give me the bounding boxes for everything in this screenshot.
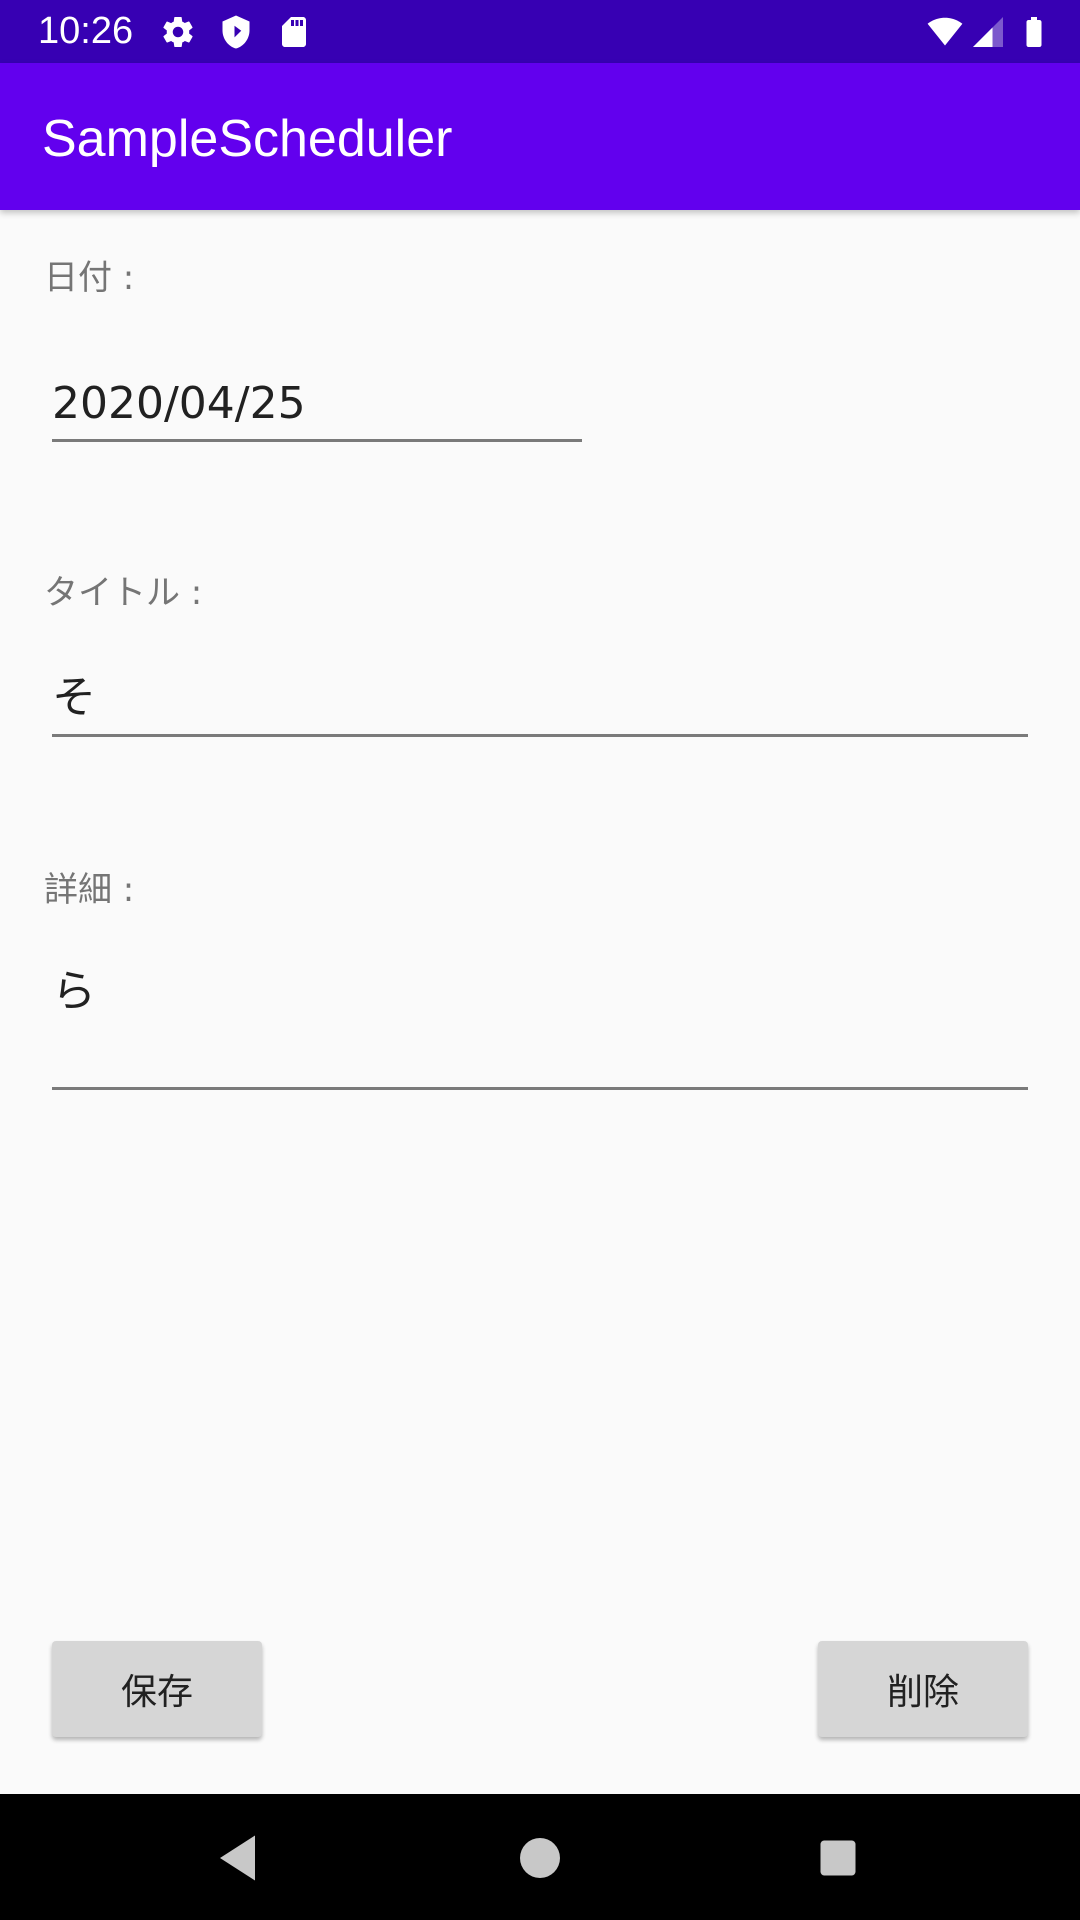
title-label: タイトル : <box>44 573 203 613</box>
screen: 10:26 SampleScheduler 日付 : 2020/04/25 タイ… <box>0 0 1080 1920</box>
settings-icon <box>163 17 193 48</box>
shield-icon <box>222 15 250 49</box>
cell-signal-icon <box>973 17 1003 47</box>
date-field-underline <box>52 439 582 442</box>
save-button[interactable]: 保存 <box>52 1641 262 1737</box>
navigation-bar <box>0 1794 1080 1920</box>
status-bar: 10:26 <box>0 0 1080 63</box>
app-bar: SampleScheduler <box>0 63 1080 210</box>
title-field-underline <box>52 734 1028 737</box>
detail-value: ら <box>52 966 96 1017</box>
app-title: SampleScheduler <box>42 110 453 168</box>
date-label: 日付 : <box>44 258 135 298</box>
detail-label: 詳細 : <box>44 870 135 910</box>
home-icon[interactable] <box>510 1828 570 1888</box>
wifi-icon <box>927 17 963 46</box>
sd-card-icon <box>282 17 306 47</box>
date-value: 2020/04/25 <box>52 378 306 429</box>
recents-icon[interactable] <box>808 1828 868 1888</box>
detail-field-underline <box>52 1087 1028 1090</box>
back-icon[interactable] <box>210 1828 270 1888</box>
battery-icon <box>1026 17 1042 47</box>
delete-button[interactable]: 削除 <box>818 1641 1028 1737</box>
status-time: 10:26 <box>38 10 134 52</box>
title-value: そ <box>52 672 96 723</box>
